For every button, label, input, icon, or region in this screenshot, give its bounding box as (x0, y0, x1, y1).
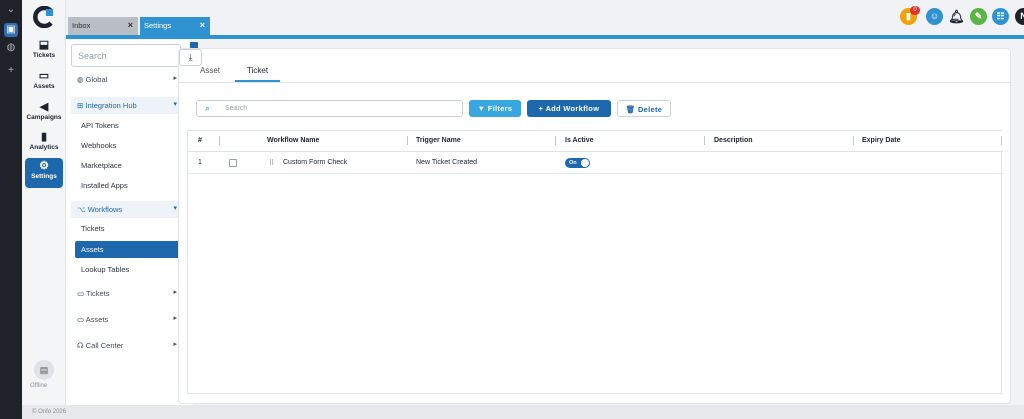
column-divider[interactable] (1001, 136, 1002, 145)
add-workflow-button[interactable]: + Add Workflow (527, 100, 611, 117)
tab-settings[interactable]: Settings × (140, 17, 210, 35)
rail-item-campaigns[interactable]: ◀ Campaigns (25, 99, 63, 127)
user-avatar[interactable]: N (1015, 8, 1024, 25)
sidebar-item-call-center[interactable]: ☊ Call Center ▸ (71, 337, 187, 354)
sidebar-item-workflow-assets[interactable]: Assets (75, 241, 187, 258)
copyright-footer: © Onfo 2026 (22, 405, 1024, 419)
workflow-icon: ⌥ (77, 205, 88, 214)
chevron-right-icon: ▸ (173, 75, 177, 82)
plus-icon[interactable]: + (4, 64, 18, 78)
globe-icon: ◍ (77, 75, 86, 84)
toggle-knob (581, 159, 589, 167)
app-icon[interactable]: ▣ (4, 23, 18, 37)
chevron-right-icon: ▸ (173, 289, 177, 296)
sidebar-item-workflows[interactable]: ⌥ Workflows ▾ (71, 201, 187, 218)
header-trigger-name[interactable]: Trigger Name (416, 137, 461, 144)
column-divider[interactable] (219, 136, 220, 145)
delete-button[interactable]: 🗑︎ Delete (617, 100, 671, 117)
chevron-down-icon[interactable]: ⌄ (4, 3, 18, 17)
filters-button[interactable]: ▼ Filters (469, 100, 521, 117)
app-window: ⬓ Tickets ▭ Assets ◀ Campaigns ▮ Analytics ⚙… (22, 0, 1024, 419)
sidebar-item-lookup-tables[interactable]: Lookup Tables (75, 261, 187, 278)
chevron-right-icon: ▸ (173, 315, 177, 322)
column-divider[interactable] (853, 136, 854, 145)
workflow-search-input[interactable]: ⌕ Search (196, 100, 463, 117)
trigger-name-cell: New Ticket Created (416, 159, 478, 166)
tab-ticket[interactable]: Ticket (235, 66, 281, 82)
sidebar-search-input[interactable]: Search (71, 44, 181, 67)
inbox-icon: ▭ (77, 289, 87, 298)
search-icon: ⌕ (205, 103, 211, 113)
header-expiry-date[interactable]: Expiry Date (862, 137, 901, 144)
monitor-icon: ▭ (38, 70, 50, 82)
table-header: # Workflow Name Trigger Name Is Active D… (188, 131, 1003, 152)
settings-sidebar: Search ◍ Global ▸ ⊞ Integration Hub ▾ API … (66, 40, 194, 405)
chevron-right-icon: ▸ (173, 341, 177, 348)
tab-divider (179, 82, 1012, 83)
download-button[interactable]: ⤓ (179, 49, 202, 66)
rail-item-tickets[interactable]: ⬓ Tickets (25, 37, 63, 65)
row-checkbox[interactable] (229, 159, 237, 167)
sidebar-item-marketplace[interactable]: Marketplace (75, 157, 187, 174)
column-divider[interactable] (704, 136, 705, 145)
is-active-toggle[interactable]: On (565, 158, 590, 168)
sidebar-item-integration-hub[interactable]: ⊞ Integration Hub ▾ (71, 97, 187, 114)
bar-chart-icon: ▮ (40, 131, 48, 143)
presence-status[interactable]: Offline (30, 383, 47, 389)
sidebar-item-global[interactable]: ◍ Global ▸ (71, 71, 187, 88)
close-icon[interactable]: × (200, 20, 205, 30)
megaphone-icon: ◀ (39, 101, 49, 113)
sidebar-item-installed-apps[interactable]: Installed Apps (75, 177, 187, 194)
sidebar-item-assets[interactable]: ▭ Assets ▸ (71, 311, 187, 328)
header-workflow-name[interactable]: Workflow Name (267, 137, 319, 144)
headset-icon: ☊ (77, 341, 86, 350)
table-row[interactable]: 1 ⠿ Custom Form Check New Ticket Created… (188, 152, 1003, 174)
os-side-strip: ⌄ ▣ ◍ + (0, 0, 22, 419)
workflows-table: # Workflow Name Trigger Name Is Active D… (187, 130, 1003, 394)
monitor-icon: ▭ (77, 315, 86, 324)
sidebar-item-workflow-tickets[interactable]: Tickets (75, 220, 187, 237)
trash-icon: 🗑︎ (625, 105, 638, 114)
column-divider[interactable] (407, 136, 408, 145)
sidebar-item-tickets[interactable]: ▭ Tickets ▸ (71, 285, 187, 302)
tab-inbox[interactable]: Inbox × (68, 17, 138, 35)
tab-asset[interactable]: Asset (200, 66, 220, 80)
gear-icon: ⚙ (39, 160, 49, 172)
bell-icon[interactable]: 🔔︎ (948, 8, 965, 25)
row-number: 1 (198, 159, 202, 166)
workflow-name-cell: Custom Form Check (283, 159, 348, 166)
chevron-down-icon: ▾ (173, 101, 177, 108)
inbox-icon: ⬓ (38, 39, 50, 51)
chevron-down-icon: ▾ (173, 205, 177, 212)
contacts-icon[interactable]: ☷ (992, 8, 1009, 25)
column-divider[interactable] (555, 136, 556, 145)
drag-handle-icon[interactable]: ⠿ (269, 159, 274, 167)
header-description[interactable]: Description (714, 137, 753, 144)
sidebar-item-api-tokens[interactable]: API Tokens (75, 117, 187, 134)
tab-underline (66, 35, 1024, 39)
brand-logo[interactable] (31, 5, 55, 29)
rail-item-analytics[interactable]: ▮ Analytics (25, 129, 63, 157)
sidebar-item-webhooks[interactable]: Webhooks (75, 137, 187, 154)
funnel-icon: ▼ (477, 104, 488, 113)
rail-item-settings[interactable]: ⚙ Settings (25, 158, 63, 188)
header-number[interactable]: # (198, 137, 202, 144)
window-tab-bar: Inbox × Settings × ▮ 0 ☺ 🔔︎ ✎ ☷ N (66, 0, 1024, 40)
close-icon[interactable]: × (128, 20, 133, 30)
notification-badge: 0 (910, 6, 920, 15)
robot-icon[interactable]: ☺ (926, 8, 943, 25)
globe-icon[interactable]: ◍ (4, 41, 18, 55)
header-is-active[interactable]: Is Active (565, 137, 594, 144)
download-icon: ⤓ (188, 52, 193, 62)
edit-icon[interactable]: ✎ (970, 8, 987, 25)
rail-item-assets[interactable]: ▭ Assets (25, 68, 63, 96)
primary-nav-rail: ⬓ Tickets ▭ Assets ◀ Campaigns ▮ Analytics ⚙… (22, 0, 66, 405)
chat-avatar-icon[interactable]: ▤ (34, 360, 54, 380)
workflows-panel: Asset Ticket ⌕ Search ▼ Filters + Add Wor… (178, 48, 1012, 404)
